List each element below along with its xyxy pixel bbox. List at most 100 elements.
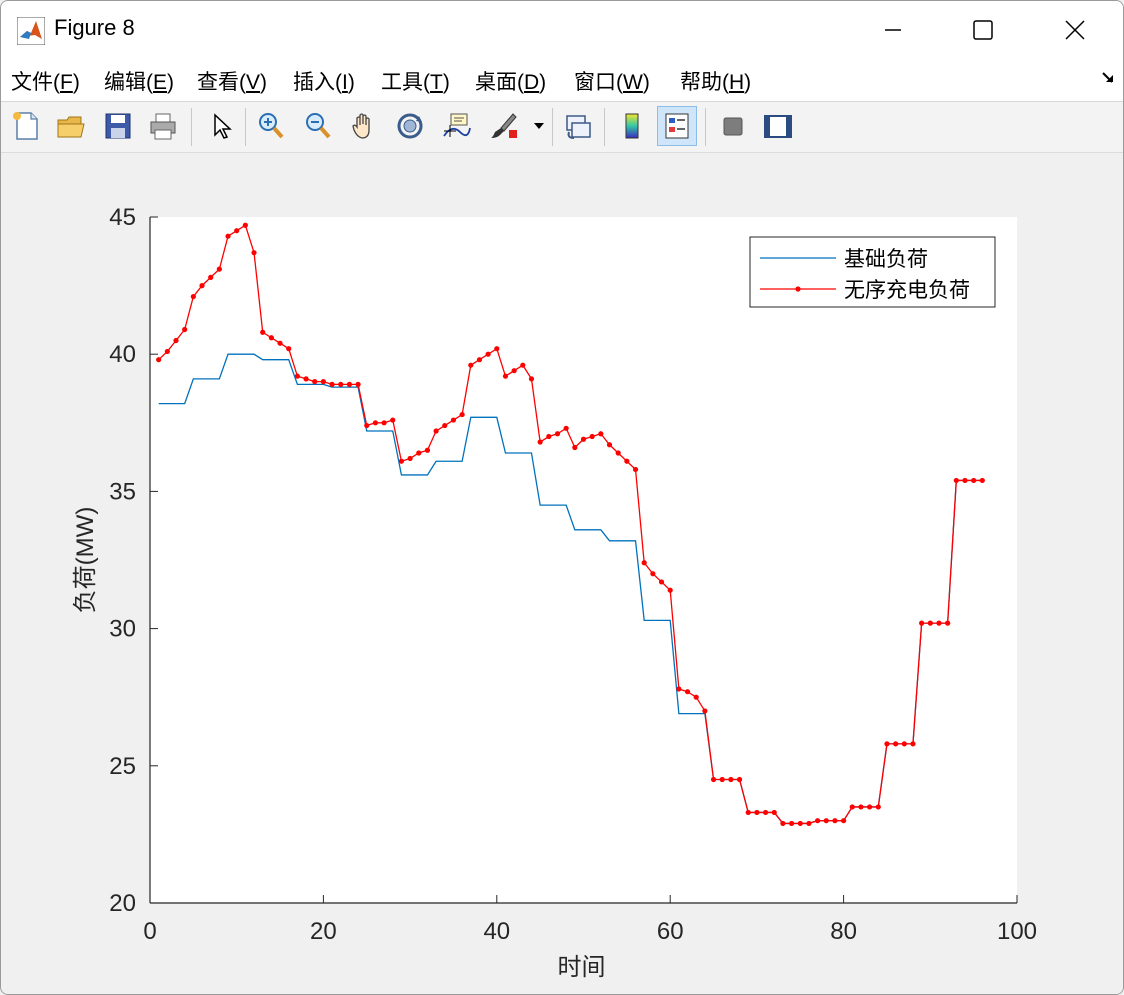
data-point	[156, 357, 162, 363]
data-point	[242, 222, 248, 228]
x-axis-label: 时间	[558, 954, 606, 981]
data-point	[372, 420, 379, 426]
rotate-3d-button[interactable]	[390, 106, 430, 146]
data-point	[294, 373, 300, 379]
data-point	[381, 420, 387, 426]
data-point	[771, 809, 777, 816]
data-point	[572, 444, 578, 451]
menu-edit[interactable]: 编辑(E)	[104, 66, 174, 96]
maximize-button[interactable]	[937, 1, 1029, 59]
colorbar-icon	[625, 113, 639, 139]
data-point	[693, 694, 699, 700]
x-tick-label: 60	[657, 918, 684, 945]
data-point	[346, 381, 353, 387]
data-point	[650, 571, 656, 577]
menu-window[interactable]: 窗口(W)	[574, 66, 650, 96]
data-point	[788, 820, 795, 827]
data-point	[780, 820, 786, 827]
data-point	[667, 587, 673, 593]
minimize-icon	[885, 29, 901, 31]
show-plot-tools-icon	[764, 115, 792, 138]
data-point	[806, 820, 812, 827]
hide-plot-tools-icon	[723, 117, 743, 136]
data-point	[684, 689, 691, 695]
data-point	[702, 708, 708, 714]
data-point	[841, 818, 847, 824]
data-point	[745, 809, 751, 816]
data-point	[554, 431, 561, 437]
data-point	[208, 274, 214, 280]
data-point	[416, 450, 422, 456]
legend-entry: 无序充电负荷	[844, 279, 970, 302]
legend-button[interactable]	[657, 106, 697, 146]
y-tick-label: 40	[109, 341, 136, 368]
legend-marker	[795, 286, 801, 292]
data-point	[216, 266, 222, 272]
data-point	[164, 348, 170, 355]
zoom-out-icon	[306, 113, 331, 139]
data-point	[736, 776, 743, 783]
data-point	[468, 362, 474, 368]
brush-button[interactable]	[483, 106, 523, 146]
minimize-button[interactable]	[847, 1, 939, 59]
menu-desktop[interactable]: 桌面(D)	[475, 66, 546, 96]
zoom-out-button[interactable]	[298, 106, 338, 146]
maximize-icon	[973, 20, 993, 40]
menu-view[interactable]: 查看(V)	[197, 66, 267, 96]
menu-tools[interactable]: 工具(T)	[381, 66, 450, 96]
data-point	[537, 439, 543, 445]
line-chart[interactable]: 0 20 40 60 80 100 20 25 30 35 40 45 时间 负荷(MW) 基础负荷无序充电…	[1, 153, 1123, 994]
arrow-pointer-icon	[214, 113, 232, 139]
rotate-3d-icon	[397, 113, 423, 139]
menu-bar: 文件(F) 编辑(E) 查看(V) 插入(I) 工具(T) 桌面(D) 窗口(W…	[1, 59, 1123, 102]
print-button[interactable]	[143, 106, 183, 146]
data-point	[225, 233, 231, 239]
y-tick-label: 35	[109, 478, 136, 505]
data-point	[355, 381, 361, 387]
menu-file[interactable]: 文件(F)	[11, 66, 80, 96]
data-point	[676, 686, 682, 692]
close-button[interactable]	[1029, 1, 1121, 59]
data-point	[728, 776, 734, 783]
data-point	[754, 809, 760, 816]
new-file-icon	[13, 112, 38, 140]
data-point	[875, 804, 881, 810]
link-plot-button[interactable]	[558, 106, 598, 146]
data-point	[719, 776, 725, 783]
x-tick-label: 100	[997, 918, 1037, 945]
data-point	[329, 381, 335, 387]
colorbar-button[interactable]	[612, 106, 652, 146]
hide-plot-tools-button[interactable]	[713, 106, 753, 146]
edit-plot-button[interactable]	[201, 106, 241, 146]
open-folder-icon	[57, 116, 85, 138]
data-point	[823, 818, 829, 824]
open-file-button[interactable]	[51, 106, 91, 146]
y-tick-label: 30	[109, 616, 136, 643]
menu-help[interactable]: 帮助(H)	[680, 66, 751, 96]
close-icon	[1065, 20, 1085, 40]
zoom-in-button[interactable]	[251, 106, 291, 146]
x-tick-label: 20	[310, 918, 337, 945]
y-tick-label: 45	[109, 204, 136, 231]
save-icon	[105, 113, 131, 139]
save-button[interactable]	[98, 106, 138, 146]
dock-arrow-icon[interactable]	[1101, 71, 1115, 90]
title-bar: Figure 8	[1, 1, 1123, 59]
show-plot-tools-button[interactable]	[758, 106, 798, 146]
data-point	[476, 357, 483, 363]
toolbar-separator	[552, 108, 553, 146]
x-tick-label: 40	[483, 918, 510, 945]
brush-dropdown[interactable]	[529, 106, 549, 146]
new-figure-button[interactable]	[6, 106, 46, 146]
pan-button[interactable]	[344, 106, 384, 146]
menu-insert[interactable]: 插入(I)	[293, 66, 355, 96]
data-point	[589, 433, 595, 440]
data-cursor-button[interactable]	[436, 106, 476, 146]
data-point	[286, 346, 292, 352]
data-point	[234, 228, 240, 234]
data-point	[615, 450, 621, 456]
toolbar-separator	[245, 108, 246, 146]
brush-icon	[491, 113, 517, 138]
data-point	[277, 340, 283, 346]
data-point	[563, 425, 569, 431]
